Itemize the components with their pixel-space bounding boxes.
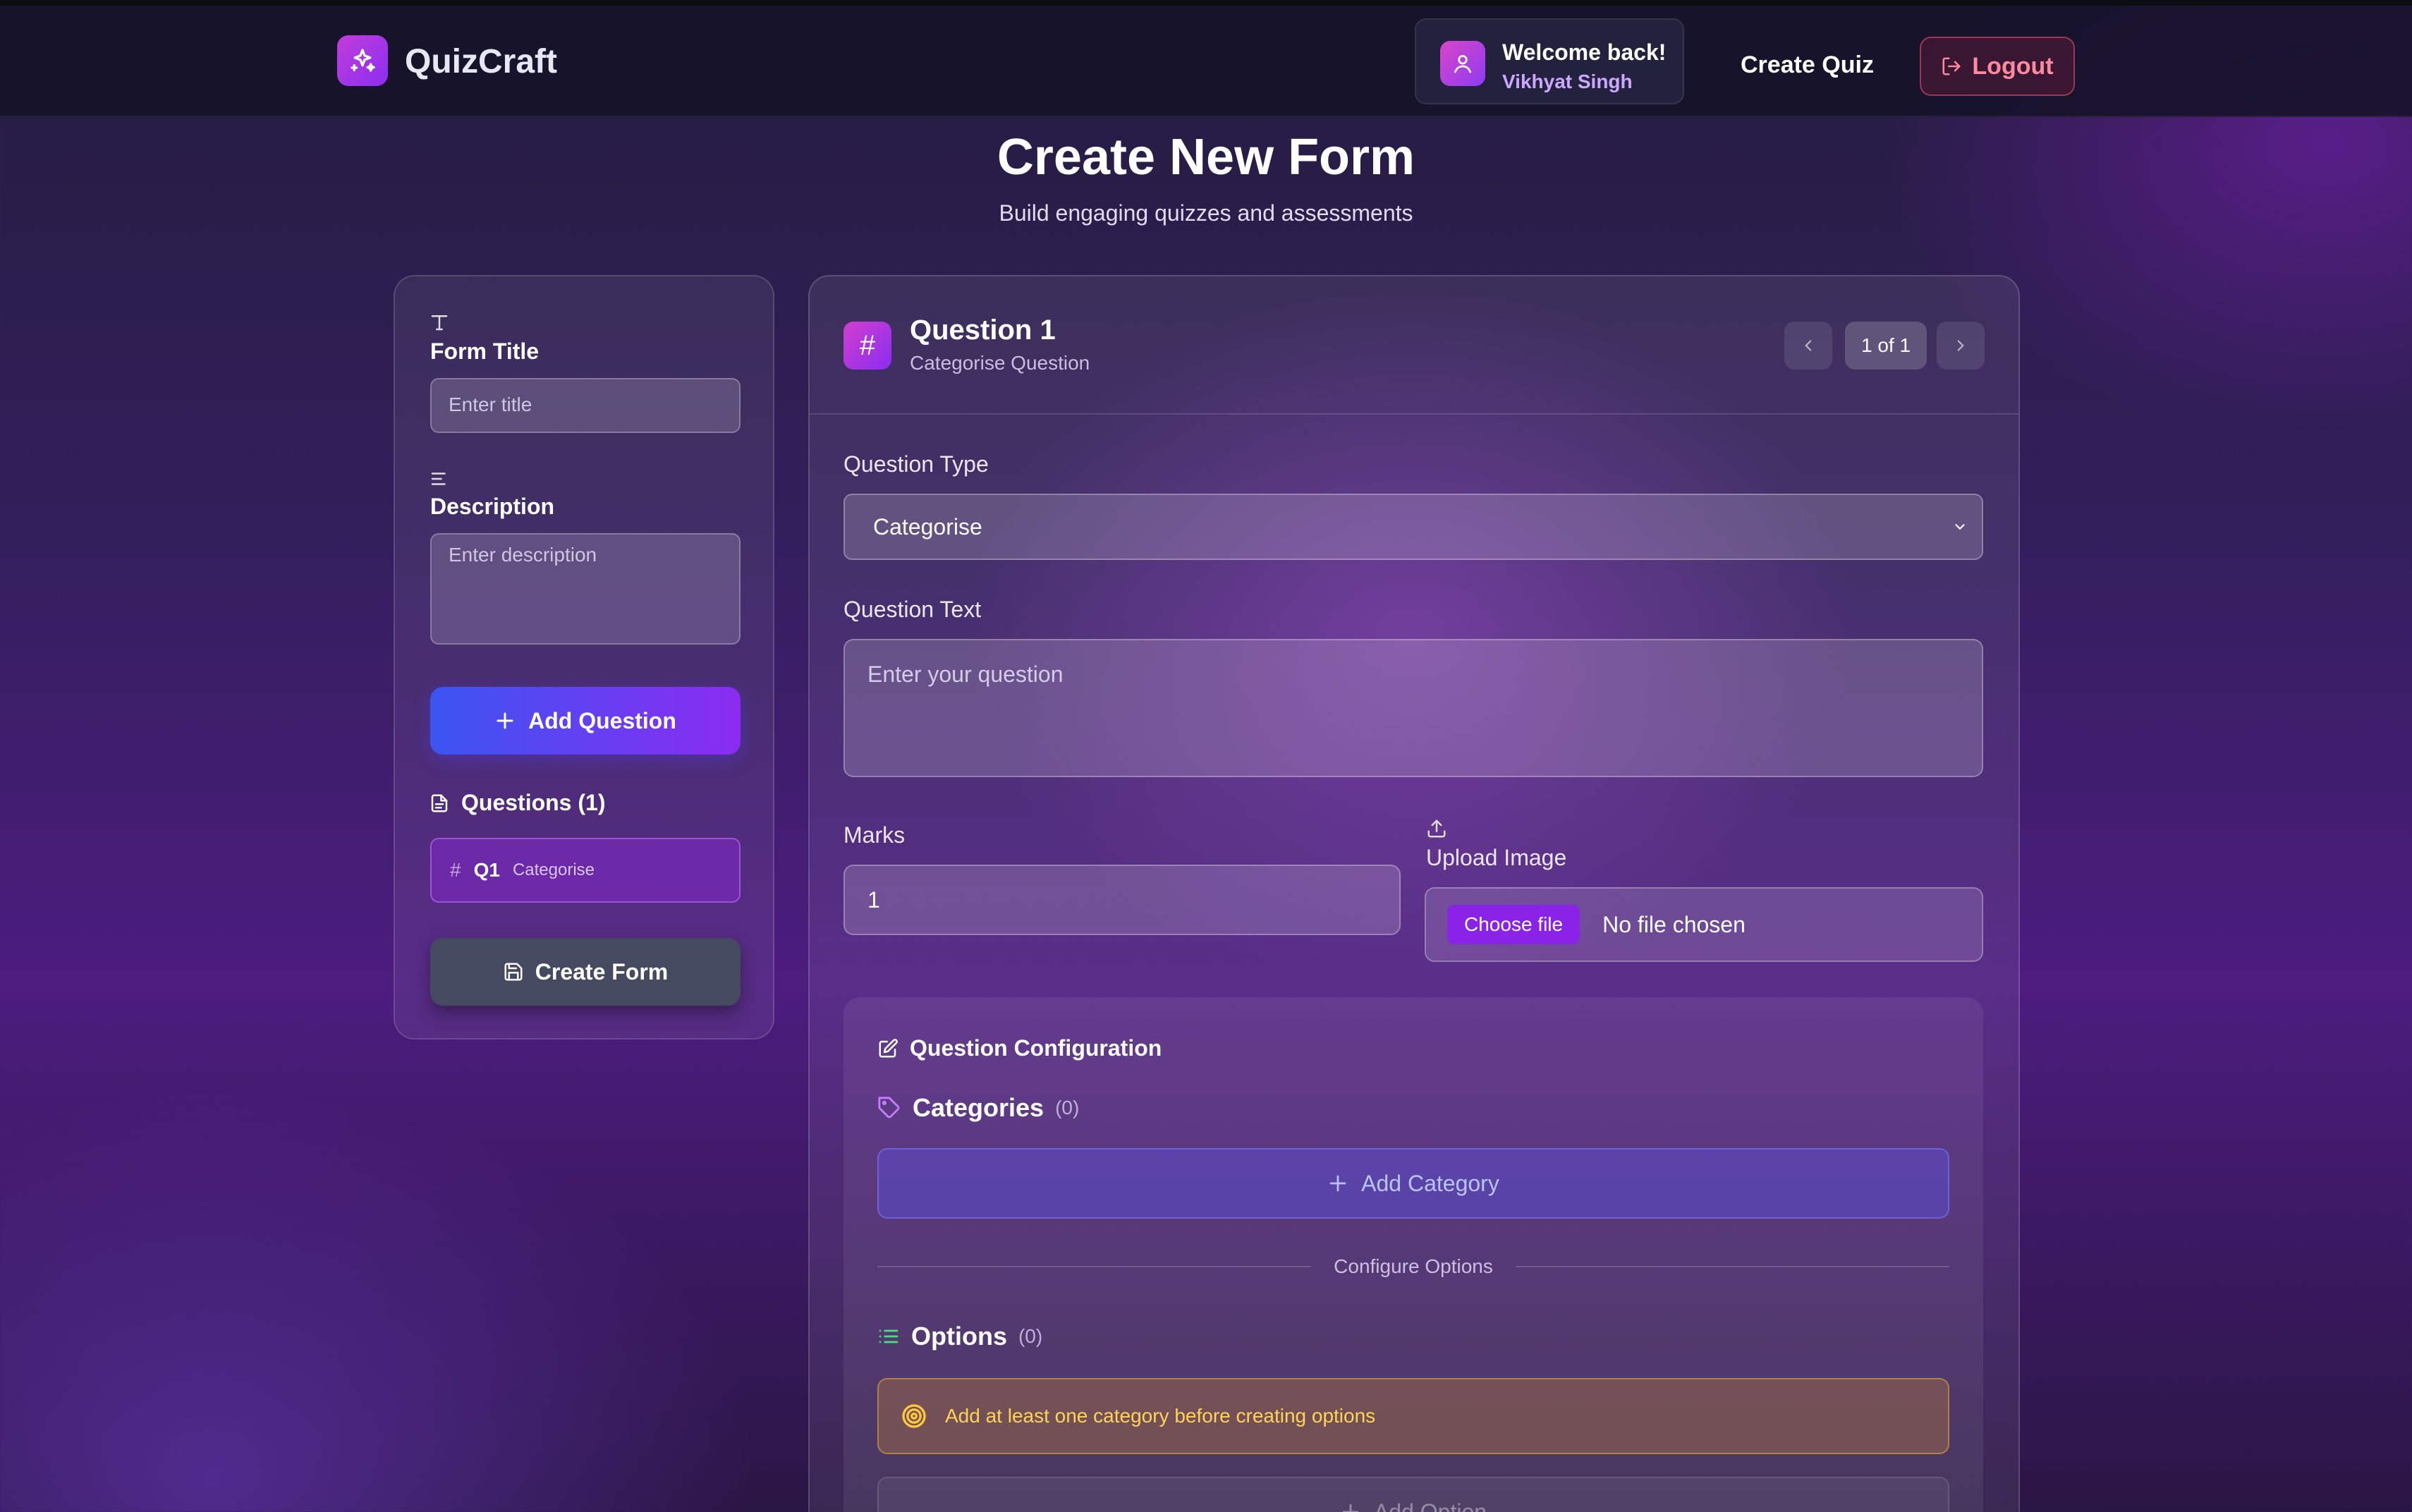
question-text-label: Question Text	[843, 597, 982, 622]
logout-button[interactable]: Logout	[1920, 37, 2075, 96]
plus-icon	[1329, 1175, 1346, 1192]
questions-heading-label: Questions (1)	[461, 790, 606, 815]
edit-icon	[879, 1038, 898, 1057]
previous-question-button[interactable]	[1784, 322, 1832, 370]
questions-list-heading: Questions (1)	[429, 790, 605, 816]
chevron-down-icon	[1955, 524, 1965, 530]
text-type-icon	[431, 315, 448, 331]
categories-label: Categories	[913, 1093, 1044, 1122]
sparkles-logo-icon[interactable]	[337, 35, 388, 86]
chevron-left-icon	[1805, 340, 1812, 351]
question-subtitle: Categorise Question	[910, 352, 1090, 374]
description-label: Description	[430, 494, 555, 519]
app-logo-text[interactable]: QuizCraft	[405, 42, 557, 82]
target-icon	[902, 1404, 926, 1428]
categories-count: (0)	[1055, 1097, 1080, 1118]
question-type-select[interactable]: Categorise	[843, 494, 1983, 560]
configure-options-divider: Configure Options	[877, 1252, 1949, 1281]
hash-icon: #	[450, 859, 461, 881]
add-question-button[interactable]: Add Question	[430, 687, 741, 755]
question-title: Question 1	[910, 315, 1056, 346]
add-question-label: Add Question	[528, 707, 676, 733]
choose-file-button[interactable]: Choose file	[1447, 905, 1580, 944]
upload-image-label: Upload Image	[1426, 845, 1567, 870]
config-heading-label: Question Configuration	[910, 1035, 1162, 1061]
add-category-button[interactable]: Add Category	[877, 1148, 1949, 1219]
form-settings-panel: Form Title Enter title Description Enter…	[394, 275, 774, 1040]
add-category-label: Add Category	[1361, 1170, 1499, 1196]
plus-icon	[1342, 1504, 1359, 1512]
user-welcome-card: Welcome back! Vikhyat Singh	[1415, 18, 1684, 104]
marks-label: Marks	[843, 822, 906, 848]
form-title-label: Form Title	[430, 339, 540, 364]
form-title-input[interactable]: Enter title	[430, 378, 741, 433]
plus-icon	[497, 712, 513, 729]
next-question-button[interactable]	[1937, 322, 1985, 370]
question-editor-header: # Question 1 Categorise Question 1 of 1	[810, 276, 2018, 415]
create-form-button[interactable]: Create Form	[430, 938, 741, 1006]
user-avatar-icon	[1440, 41, 1485, 86]
page-title: Create New Form	[997, 129, 1415, 185]
marks-input[interactable]: 1	[843, 865, 1401, 935]
config-heading: Question Configuration	[877, 1035, 1162, 1061]
question-pager-count: 1 of 1	[1845, 322, 1927, 370]
nav-create-quiz-link[interactable]: Create Quiz	[1741, 51, 1874, 79]
options-heading: Options (0)	[877, 1322, 1042, 1351]
question-list-item[interactable]: # Q1 Categorise	[430, 838, 741, 903]
category-required-warning: Add at least one category before creatin…	[877, 1378, 1949, 1454]
logout-icon	[1942, 57, 1961, 75]
upload-icon	[1427, 819, 1446, 838]
document-icon	[431, 794, 448, 812]
align-left-icon	[431, 472, 446, 485]
question-type-label: Question Type	[843, 451, 989, 477]
upload-image-input: Choose file No file chosen	[1425, 887, 1983, 962]
logout-label: Logout	[1972, 52, 2054, 80]
hash-badge-icon: #	[843, 322, 891, 370]
save-icon	[504, 963, 523, 981]
top-navbar: QuizCraft Welcome back! Vikhyat Singh Cr…	[0, 6, 2412, 117]
question-editor-panel: # Question 1 Categorise Question 1 of 1 …	[808, 275, 2020, 1512]
warning-text: Add at least one category before creatin…	[945, 1405, 1376, 1427]
categories-heading: Categories (0)	[877, 1093, 1079, 1123]
add-option-button[interactable]: Add Option	[877, 1477, 1949, 1512]
add-option-label: Add Option	[1373, 1499, 1487, 1512]
user-name: Vikhyat Singh	[1502, 71, 1633, 92]
question-configuration-section: Question Configuration Categories (0) Ad…	[843, 997, 1983, 1512]
chevron-right-icon	[1957, 340, 1964, 351]
question-type-value: Categorise	[873, 514, 982, 539]
options-count: (0)	[1018, 1325, 1043, 1347]
create-form-label: Create Form	[535, 958, 669, 984]
window-top-edge	[0, 0, 2412, 6]
list-icon	[879, 1329, 899, 1343]
welcome-text: Welcome back!	[1502, 39, 1667, 65]
tag-icon	[878, 1097, 900, 1118]
options-label: Options	[911, 1322, 1007, 1351]
description-textarea[interactable]: Enter description	[430, 533, 741, 645]
question-text-input[interactable]: Enter your question	[843, 639, 1983, 777]
divider-label: Configure Options	[1334, 1255, 1493, 1277]
question-type-tag: Categorise	[512, 860, 595, 879]
no-file-text: No file chosen	[1602, 911, 1746, 937]
page-subtitle: Build engaging quizzes and assessments	[999, 200, 1413, 226]
question-number: Q1	[473, 859, 500, 881]
